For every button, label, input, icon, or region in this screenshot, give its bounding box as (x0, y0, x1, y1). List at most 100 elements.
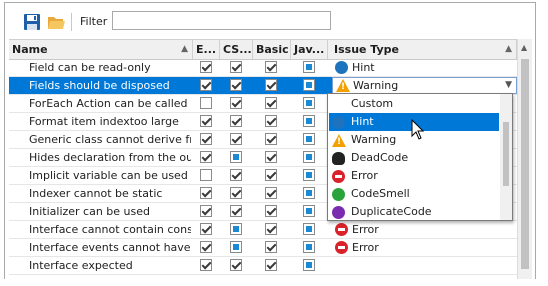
language-checkbox[interactable] (303, 97, 315, 109)
dropdown-item-error[interactable]: Error (329, 167, 499, 185)
language-checkbox[interactable] (303, 115, 315, 127)
warning-icon (336, 79, 350, 94)
language-checkbox[interactable] (303, 133, 315, 145)
scrollbar-thumb[interactable] (521, 59, 529, 269)
sort-asc-icon: ▲ (181, 44, 188, 54)
language-checkbox[interactable] (200, 241, 212, 253)
inspection-name: Generic class cannot derive from (29, 133, 191, 146)
language-checkbox[interactable] (230, 259, 242, 271)
warning-icon (332, 134, 346, 149)
column-header-java[interactable]: Jav... (291, 40, 328, 59)
language-checkbox[interactable] (303, 187, 315, 199)
language-checkbox[interactable] (230, 169, 242, 181)
inspection-name: Interface expected (29, 259, 133, 272)
language-checkbox[interactable] (265, 133, 277, 145)
table-row[interactable]: Interface cannot contain constru Error (9, 221, 517, 239)
language-checkbox[interactable] (230, 115, 242, 127)
save-icon[interactable] (23, 13, 41, 31)
filter-input[interactable] (112, 11, 331, 30)
language-checkbox[interactable] (200, 205, 212, 217)
language-checkbox[interactable] (303, 61, 315, 73)
language-checkbox[interactable] (303, 259, 315, 271)
language-checkbox[interactable] (303, 241, 315, 253)
dropdown-item-duplicatecode[interactable]: DuplicateCode (329, 203, 499, 220)
dropdown-item-codesmell[interactable]: CodeSmell (329, 185, 499, 203)
error-icon (332, 170, 345, 183)
language-checkbox[interactable] (265, 61, 277, 73)
language-checkbox[interactable] (303, 151, 315, 163)
language-checkbox[interactable] (303, 169, 315, 181)
language-checkbox[interactable] (265, 241, 277, 253)
column-header-e[interactable]: E... (193, 40, 220, 59)
table-row[interactable]: Field can be read-only Hint (9, 59, 517, 77)
dropdown-item-label: DeadCode (351, 151, 409, 164)
language-checkbox[interactable] (265, 97, 277, 109)
column-header-issue-type[interactable]: Issue Type ▲ (328, 40, 517, 59)
language-checkbox[interactable] (200, 187, 212, 199)
language-checkbox[interactable] (303, 205, 315, 217)
language-checkbox[interactable] (265, 115, 277, 127)
column-menu-icon: ▲ (505, 44, 512, 54)
issue-type-editor[interactable]: Warning ▼ (332, 77, 517, 94)
dup-icon (332, 206, 345, 219)
inspection-name: Fields should be disposed (29, 79, 170, 92)
language-checkbox[interactable] (200, 133, 212, 145)
language-checkbox[interactable] (265, 205, 277, 217)
scroll-up-icon[interactable]: ▲ (521, 43, 527, 52)
dropdown-scrollbar-thumb[interactable] (503, 122, 509, 186)
language-checkbox[interactable] (230, 151, 242, 163)
language-checkbox[interactable] (230, 223, 242, 235)
table-row[interactable]: Interface events cannot have adc Error (9, 239, 517, 257)
toolbar-separator (71, 13, 72, 31)
table-row[interactable]: Interface expected (9, 257, 517, 275)
language-checkbox[interactable] (303, 79, 315, 91)
dropdown-item-label: Warning (351, 133, 397, 146)
issue-type-cell[interactable]: Error (332, 221, 517, 238)
language-checkbox[interactable] (200, 169, 212, 181)
inspection-name: Initializer can be used (29, 205, 151, 218)
language-checkbox[interactable] (200, 61, 212, 73)
column-header-name[interactable]: Name ▲ (9, 40, 193, 59)
language-checkbox[interactable] (200, 259, 212, 271)
issue-type-label: Error (352, 241, 379, 254)
language-checkbox[interactable] (200, 223, 212, 235)
error-icon (335, 241, 348, 254)
language-checkbox[interactable] (265, 223, 277, 235)
language-checkbox[interactable] (265, 169, 277, 181)
inspection-name: Field can be read-only (29, 61, 151, 74)
dropdown-arrow-icon[interactable]: ▼ (505, 80, 512, 90)
dropdown-scrollbar[interactable] (500, 94, 512, 220)
language-checkbox[interactable] (230, 205, 242, 217)
dropdown-item-label: Custom (351, 97, 394, 110)
language-checkbox[interactable] (200, 79, 212, 91)
language-checkbox[interactable] (230, 133, 242, 145)
language-checkbox[interactable] (265, 151, 277, 163)
dropdown-item-label: Hint (351, 115, 374, 128)
language-checkbox[interactable] (200, 115, 212, 127)
language-checkbox[interactable] (230, 241, 242, 253)
dropdown-item-deadcode[interactable]: DeadCode (329, 149, 499, 167)
language-checkbox[interactable] (230, 187, 242, 199)
language-checkbox[interactable] (230, 79, 242, 91)
open-folder-icon[interactable] (47, 13, 65, 31)
language-checkbox[interactable] (200, 97, 212, 109)
language-checkbox[interactable] (265, 79, 277, 91)
language-checkbox[interactable] (265, 187, 277, 199)
language-checkbox[interactable] (230, 97, 242, 109)
grid-header: Name ▲ E... CS... Basic Jav... Issue Type… (9, 39, 517, 60)
dropdown-item-label: DuplicateCode (351, 205, 432, 218)
hint-icon (335, 61, 348, 74)
language-checkbox[interactable] (265, 259, 277, 271)
language-checkbox[interactable] (303, 223, 315, 235)
inspection-name: Indexer cannot be static (29, 187, 163, 200)
inspection-name: Implicit variable can be used (29, 169, 188, 182)
language-checkbox[interactable] (230, 61, 242, 73)
dropdown-item-custom[interactable]: Custom (329, 95, 499, 113)
issue-type-cell[interactable]: Error (332, 239, 517, 256)
issue-type-value: Warning (353, 79, 399, 92)
issue-type-cell[interactable]: Hint (332, 59, 517, 76)
language-checkbox[interactable] (200, 151, 212, 163)
grid-scrollbar[interactable]: ▲ (517, 39, 532, 279)
column-header-basic[interactable]: Basic (253, 40, 291, 59)
column-header-cs[interactable]: CS... (220, 40, 253, 59)
